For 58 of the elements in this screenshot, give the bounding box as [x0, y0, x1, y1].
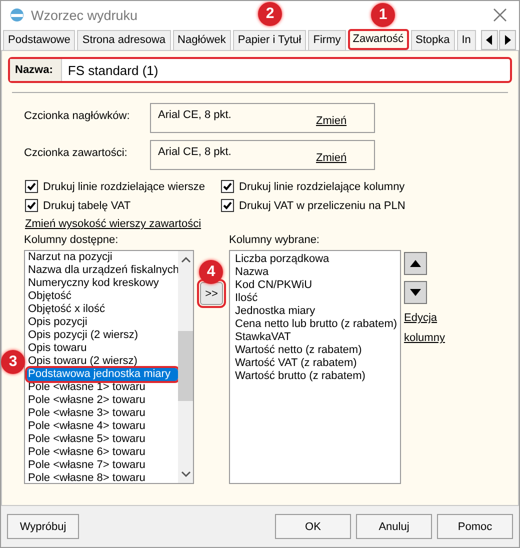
list-item[interactable]: Objętość [27, 290, 178, 303]
list-item[interactable]: Opis towaru [27, 342, 178, 355]
dialog-button[interactable]: OK [275, 514, 351, 539]
dialog-button[interactable]: Anuluj [356, 514, 432, 539]
tab[interactable]: Papier i Tytuł [232, 30, 306, 50]
list-item[interactable]: Opis pozycji [27, 316, 178, 329]
move-right-button[interactable]: >> [200, 282, 223, 305]
list-item[interactable]: Ilość [234, 292, 400, 305]
list-item[interactable]: Pole <własne 2> towaru [27, 394, 178, 407]
list-item[interactable]: Narzut na pozycji [27, 251, 178, 264]
checkbox-label: Drukuj VAT w przeliczeniu na PLN [239, 200, 406, 212]
tab[interactable]: In [456, 30, 476, 50]
list-item[interactable]: Nazwa [234, 266, 400, 279]
dialog-button[interactable]: Pomoc [437, 514, 513, 539]
list-item[interactable]: Pole <własne 3> towaru [27, 407, 178, 420]
list-item[interactable]: Pole <własne 7> towaru [27, 459, 178, 472]
name-field[interactable]: FS standard (1) [62, 59, 510, 81]
list-item[interactable]: Kod CN/PKWiU [234, 279, 400, 292]
edit-column-link[interactable]: Edycja [404, 312, 438, 324]
list-item[interactable]: Wartość VAT (z rabatem) [234, 357, 400, 370]
change-link[interactable]: Zmień [316, 152, 347, 164]
checkbox-label: Drukuj linie rozdzielające wiersze [43, 180, 206, 192]
list-item[interactable]: Pole <własne 5> towaru [27, 433, 178, 446]
list-item[interactable]: Wartość brutto (z rabatem) [234, 370, 400, 383]
font-value: Arial CE, 8 pkt. [158, 146, 232, 160]
tab[interactable]: Nagłówek [172, 30, 231, 50]
list-item[interactable]: Wartość netto (z rabatem) [234, 344, 400, 357]
list-item[interactable]: Opis pozycji (2 wiersz) [27, 329, 178, 342]
list-item[interactable]: Cena netto lub brutto (z rabatem) [234, 318, 400, 331]
list-item[interactable]: Opis towaru (2 wiersz) [27, 355, 178, 368]
dialog-button[interactable]: Wypróbuj [7, 514, 79, 539]
list-item[interactable]: Pole <własne 6> towaru [27, 446, 178, 459]
window-title: Wzorzec wydruku [31, 8, 138, 22]
list-item[interactable]: Liczba porządkowa [234, 253, 400, 266]
list-heading: Kolumny dostępne: [24, 234, 120, 248]
tab[interactable]: Podstawowe [3, 30, 76, 50]
edit-column-link[interactable]: kolumny [404, 332, 445, 344]
font-value: Arial CE, 8 pkt. [158, 109, 232, 123]
checkbox-label: Drukuj tabelę VAT [43, 200, 131, 212]
list-item[interactable]: Objętość x ilość [27, 303, 178, 316]
list-item[interactable]: Podstawowa jednostka miary [27, 368, 178, 381]
list-item[interactable]: Nazwa dla urządzeń fiskalnych [27, 264, 178, 277]
list-heading: Kolumny wybrane: [229, 234, 320, 248]
list-item[interactable]: Pole <własne 4> towaru [27, 420, 178, 433]
checkbox-label: Drukuj linie rozdzielające kolumny [239, 180, 405, 192]
font-label: Czcionka nagłówków: [24, 109, 131, 124]
row-height-link[interactable]: Zmień wysokość wierszy zawartości [25, 218, 202, 230]
list-item[interactable]: StawkaVAT [234, 331, 400, 344]
tab[interactable]: Stopka [410, 30, 455, 50]
name-label: Nazwa: [10, 59, 62, 81]
tab[interactable]: Zawartość [348, 29, 408, 50]
list-item[interactable]: Numeryczny kod kreskowy [27, 277, 178, 290]
tab[interactable]: Strona adresowa [77, 30, 171, 50]
change-link[interactable]: Zmień [316, 115, 347, 127]
list-item[interactable]: Pole <własne 8> towaru [27, 472, 178, 483]
tab[interactable]: Firmy [308, 30, 346, 50]
list-item[interactable]: Jednostka miary [234, 305, 400, 318]
font-label: Czcionka zawartości: [24, 146, 128, 161]
